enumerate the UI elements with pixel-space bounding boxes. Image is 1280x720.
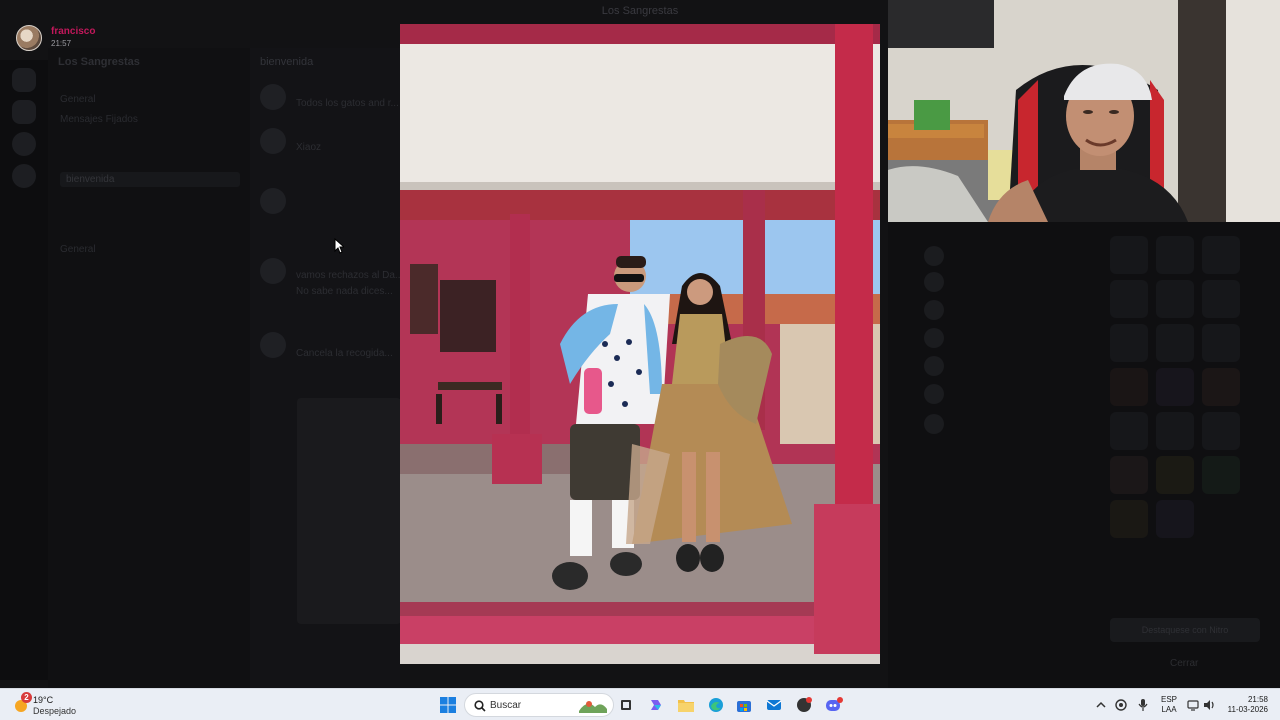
emoji-cell[interactable] [1156,500,1194,538]
volume-icon[interactable] [1202,698,1216,712]
microphone-icon[interactable] [1136,698,1150,712]
avatar[interactable] [260,188,286,214]
search-icon [474,699,486,717]
system-clock[interactable]: 21:58 11-03-2026 [1222,695,1268,715]
discord-icon [826,697,843,711]
clock-time: 21:58 [1247,695,1268,704]
avatar[interactable] [260,128,286,154]
message-text: Xiaoz [296,142,322,153]
emoji-cell[interactable] [1110,500,1148,538]
emoji-cell[interactable] [1202,324,1240,362]
mouse-cursor-icon [334,237,346,259]
emoji-cell[interactable] [1110,236,1148,274]
copilot-icon [651,700,661,710]
search-placeholder: Buscar [490,700,522,711]
notification-badge: 2 [21,692,32,703]
nitro-highlight-button[interactable]: Destaquese con Nitro [1110,618,1260,642]
avatar[interactable] [260,258,286,284]
emoji-cell[interactable] [1156,236,1194,274]
weather-description[interactable]: Despejado [33,706,76,716]
folder-icon [678,700,694,712]
emoji-cell[interactable] [1202,236,1240,274]
add-server-icon[interactable] [12,132,36,156]
start-button[interactable] [436,693,460,717]
chat-area: bienvenida Todos los gatos and r... Xiao… [250,48,404,688]
server-name[interactable]: Los Sangrestas [58,56,140,68]
chat-image-thumbnail[interactable] [297,398,401,624]
emoji-cell[interactable] [1110,280,1148,318]
member-avatar[interactable] [924,356,944,376]
server-rail [0,60,48,680]
language-indicator[interactable]: ESP LAA [1160,695,1178,715]
viewer-header: francisco 21:57 [0,22,400,52]
emoji-cell[interactable] [1202,368,1240,406]
message-text: Todos los gatos and r... [296,98,399,109]
server-icon[interactable] [12,68,36,92]
emoji-cell[interactable] [1156,412,1194,450]
emoji-cell[interactable] [1110,412,1148,450]
member-avatar[interactable] [924,272,944,292]
emoji-cell[interactable] [1110,456,1148,494]
emoji-panel: Destaquese con Nitro Cerrar [888,222,1280,688]
store-icon [737,701,751,712]
message-text: No sabe nada dices... [296,286,393,297]
webcam-overlay [888,0,1280,222]
message-text: vamos rechazos al Da... [296,270,404,281]
channel-item-active[interactable]: bienvenida [60,172,240,187]
emoji-cell[interactable] [1156,324,1194,362]
emoji-cell[interactable] [1202,456,1240,494]
explore-icon[interactable] [12,164,36,188]
member-avatar[interactable] [924,414,944,434]
file-explorer-button[interactable] [674,693,698,717]
windows-logo-icon [440,697,456,713]
member-avatar[interactable] [924,300,944,320]
display-icon[interactable] [1186,698,1200,712]
app-button[interactable] [792,693,816,717]
member-avatar[interactable] [924,246,944,266]
emoji-cell[interactable] [1156,456,1194,494]
channel-item[interactable]: Mensajes Fijados [60,114,138,125]
search-highlight-icon [577,697,609,720]
emoji-cell[interactable] [1110,324,1148,362]
member-avatar[interactable] [924,328,944,348]
viewer-timestamp: 21:57 [51,39,72,48]
windows-taskbar: 2 19°C Despejado Buscar ESP LAA 21:58 11… [0,688,1280,720]
emoji-cell[interactable] [1202,280,1240,318]
message-text: Cancela la recogida... [296,348,393,359]
avatar[interactable] [260,84,286,110]
outlook-icon [766,700,782,710]
task-view-button[interactable] [614,693,638,717]
weather-temperature[interactable]: 19°C [33,695,53,705]
edge-icon [709,698,723,712]
avatar[interactable] [260,332,286,358]
discord-button[interactable] [822,693,846,717]
channel-list: Los Sangrestas General Mensajes Fijados … [48,48,250,688]
edge-button[interactable] [704,693,728,717]
task-view-icon [621,700,631,710]
image-viewer-photo[interactable] [400,24,880,664]
close-button[interactable]: Cerrar [1170,658,1198,669]
network-app-icon[interactable] [1114,698,1128,712]
emoji-cell[interactable] [1156,280,1194,318]
server-icon[interactable] [12,100,36,124]
chat-header: bienvenida [260,56,314,68]
channel-item[interactable]: General [60,94,96,105]
language-code: ESP [1160,695,1177,704]
clock-date: 11-03-2026 [1227,705,1268,714]
outlook-button[interactable] [762,693,786,717]
emoji-cell[interactable] [1202,412,1240,450]
taskbar-search[interactable]: Buscar [464,693,614,717]
copilot-button[interactable] [644,693,668,717]
viewer-username[interactable]: francisco [51,26,95,37]
emoji-cell[interactable] [1110,368,1148,406]
channel-item[interactable]: General [60,244,96,255]
member-avatar[interactable] [924,384,944,404]
emoji-cell[interactable] [1156,368,1194,406]
store-button[interactable] [732,693,756,717]
avatar[interactable] [16,25,42,51]
chevron-up-icon[interactable] [1094,698,1108,712]
app-icon [797,697,812,712]
keyboard-layout: LAA [1161,705,1177,714]
